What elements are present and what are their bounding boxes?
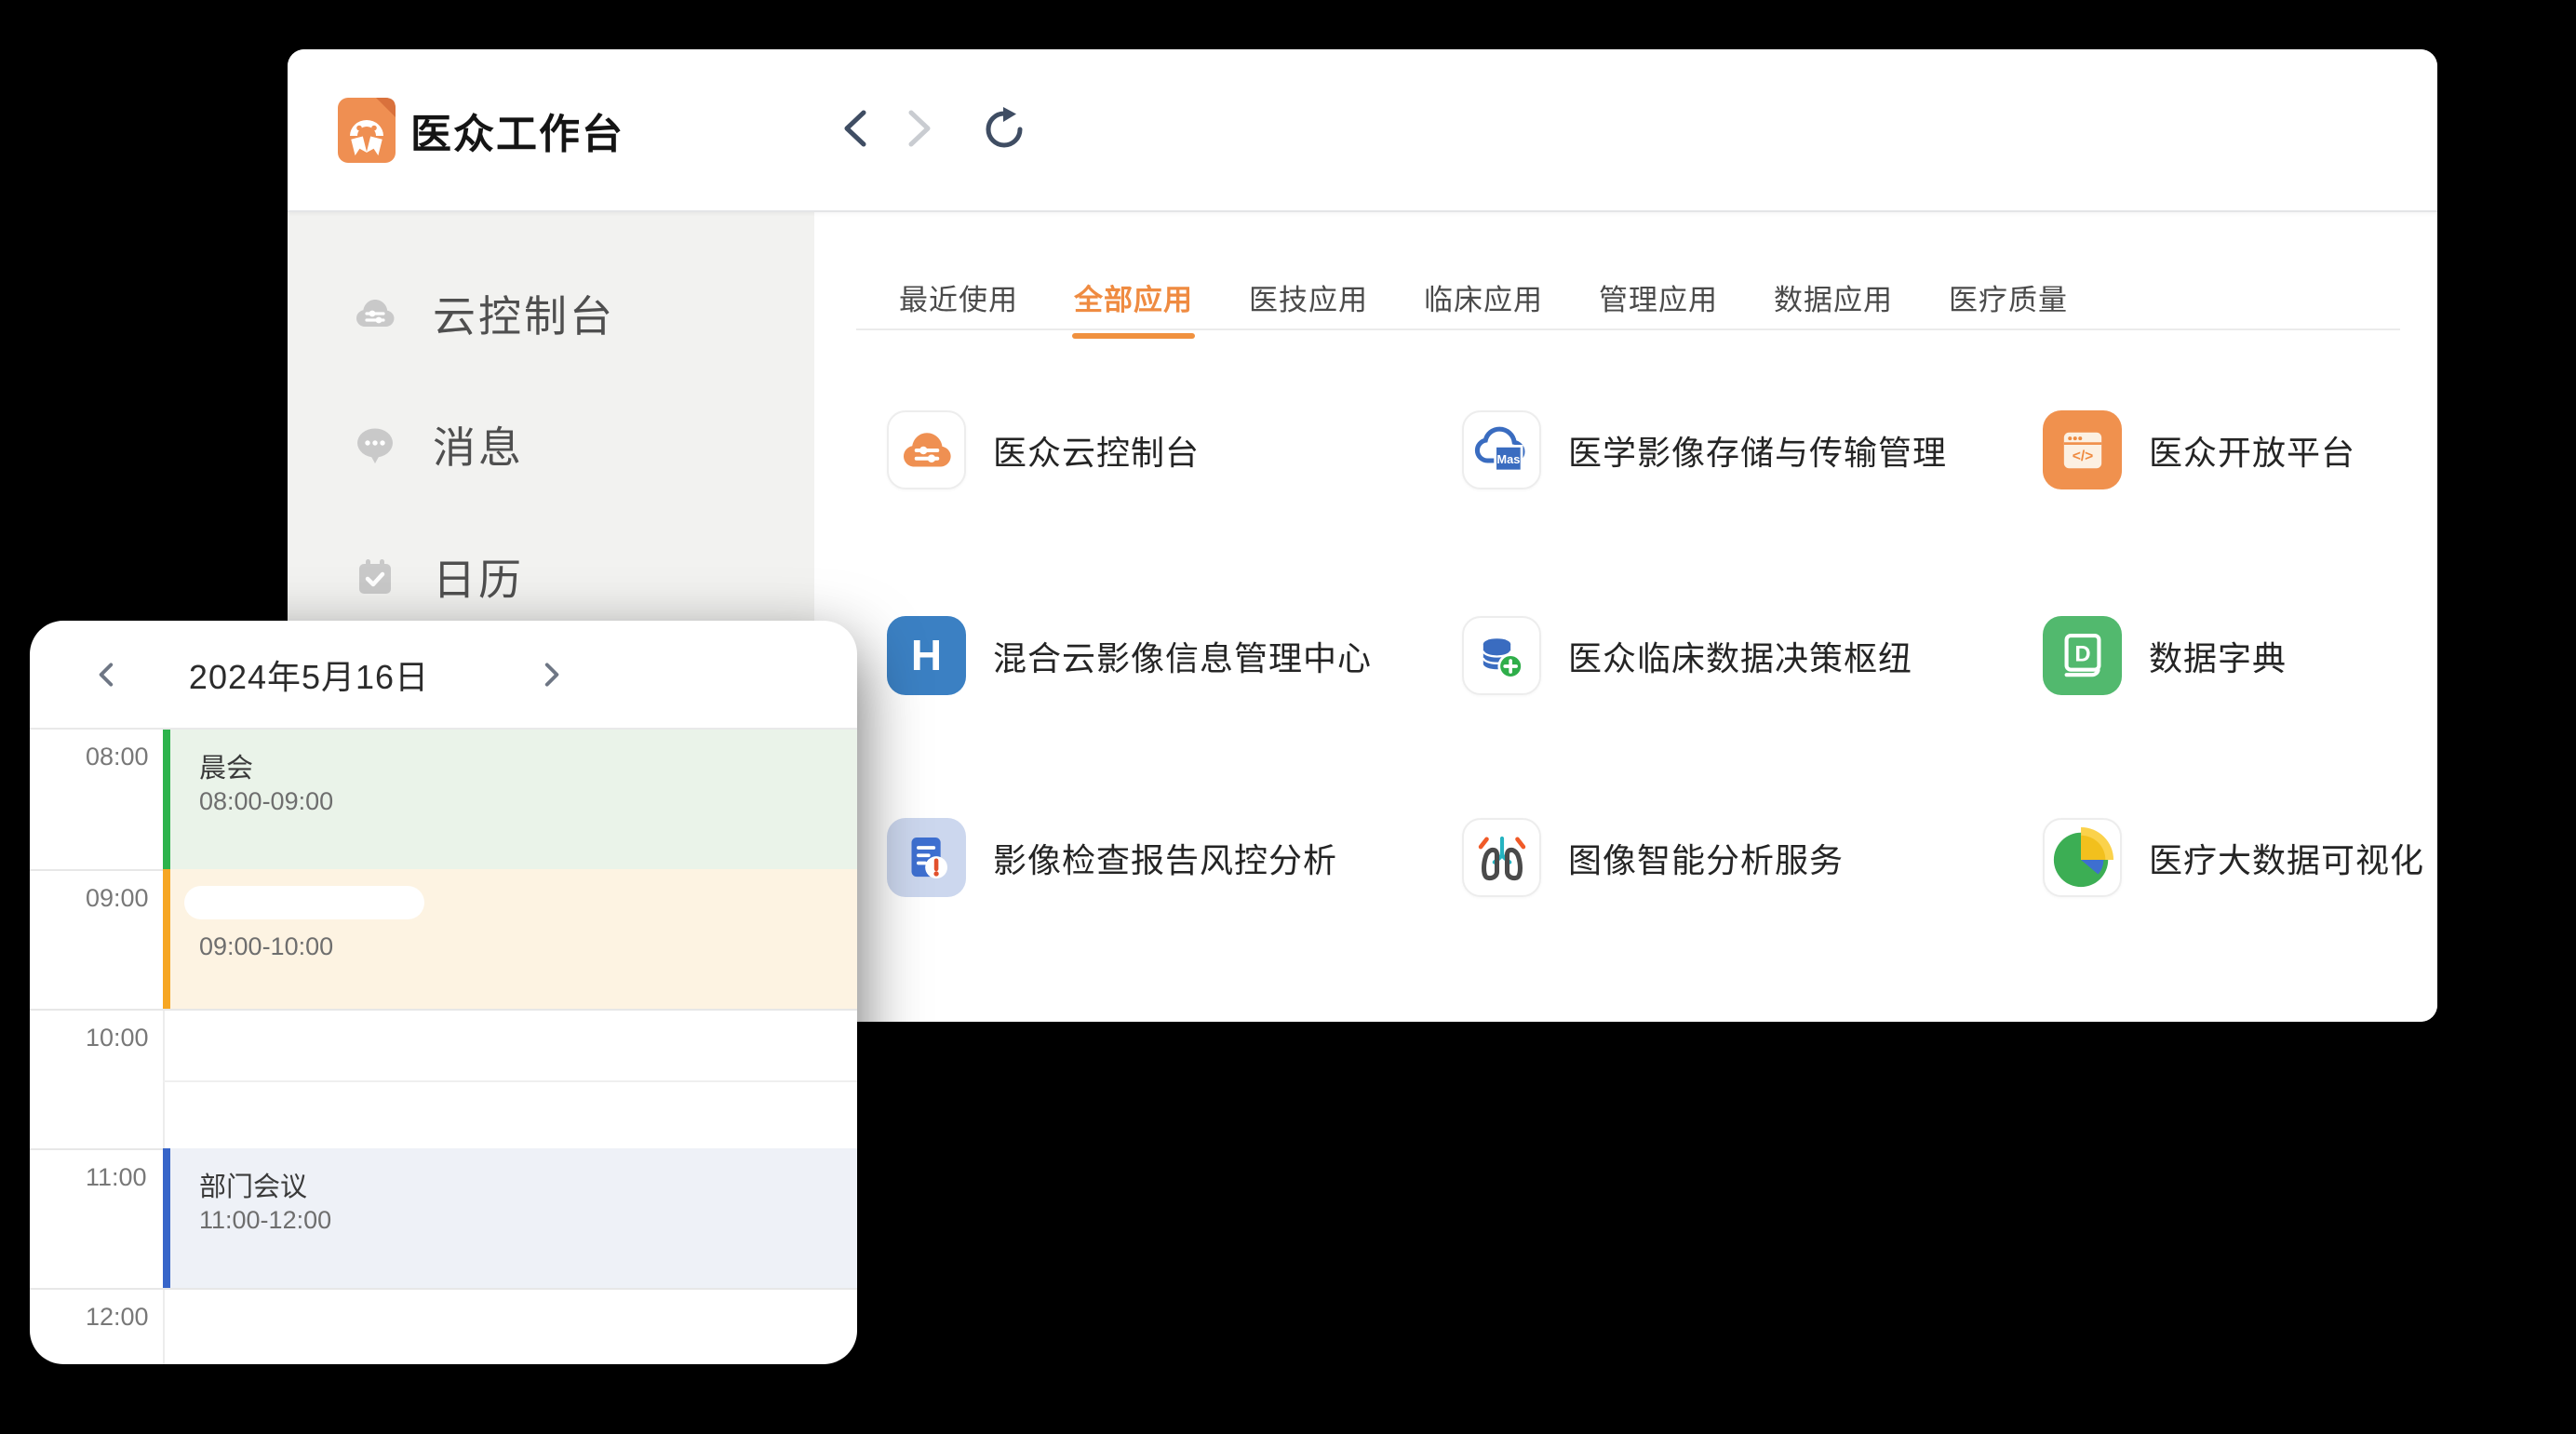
cloud-console-icon (353, 291, 397, 336)
app-item-open-platform[interactable]: </> 医众开放平台 (2043, 410, 2355, 489)
event-accent-bar (163, 730, 170, 869)
chevron-left-icon[interactable] (91, 659, 123, 690)
app-label: 图像智能分析服务 (1568, 834, 1844, 882)
app-label: 影像检查报告风控分析 (993, 834, 1337, 882)
refresh-icon[interactable] (982, 106, 1026, 151)
cloud-sliders-icon (887, 410, 966, 489)
svg-text:D: D (2074, 641, 2090, 666)
event-title-placeholder (184, 886, 424, 919)
tab-clinical-apps[interactable]: 临床应用 (1424, 276, 1543, 318)
dictionary-book-icon: D (2043, 616, 2122, 695)
half-hour-line (163, 1080, 857, 1082)
event-accent-bar (163, 1148, 170, 1288)
back-icon[interactable] (833, 106, 878, 151)
app-item-cloud-console[interactable]: 医众云控制台 (887, 410, 1200, 489)
app-item-clinical-data-hub[interactable]: 医众临床数据决策枢纽 (1462, 616, 1912, 695)
title-bar: 医众工作台 (288, 49, 2437, 212)
svg-text:Mas: Mas (1496, 451, 1520, 465)
app-label: 医众云控制台 (993, 426, 1200, 475)
calendar-header: 2024年5月16日 (30, 621, 857, 730)
report-alert-icon (887, 818, 966, 897)
app-item-report-risk-analysis[interactable]: 影像检查报告风控分析 (887, 818, 1337, 897)
app-item-hybrid-cloud-imaging[interactable]: H 混合云影像信息管理中心 (887, 616, 1372, 695)
time-label: 09:00 (86, 884, 149, 913)
tab-medtech-apps[interactable]: 医技应用 (1249, 276, 1368, 318)
calendar-grid: 08:00 09:00 10:00 11:00 12:00 晨会 08:00-0… (30, 730, 857, 1364)
app-label: 数据字典 (2149, 632, 2287, 680)
screen: 医众工作台 云控制台 (0, 0, 2576, 1434)
app-item-big-data-visualization[interactable]: 医疗大数据可视化 (2043, 818, 2424, 897)
sidebar-item-cloud-console[interactable]: 云控制台 (353, 291, 615, 336)
calendar-panel: 2024年5月16日 08:00 09:00 10:00 11:00 12:00 (30, 621, 857, 1364)
tab-recent[interactable]: 最近使用 (899, 276, 1018, 318)
calendar-event-department-meeting[interactable]: 部门会议 11:00-12:00 (163, 1148, 857, 1288)
hour-row-12: 12:00 (30, 1288, 857, 1364)
sidebar-item-messages[interactable]: 消息 (353, 422, 524, 467)
hour-row-10: 10:00 (30, 1009, 857, 1148)
tab-quality[interactable]: 医疗质量 (1949, 276, 2068, 318)
code-window-icon: </> (2043, 410, 2122, 489)
cloud-mas-icon: Mas (1462, 410, 1541, 489)
lungs-icon (1462, 818, 1541, 897)
sidebar-item-label: 云控制台 (433, 283, 615, 344)
sidebar-item-label: 日历 (433, 546, 524, 608)
calendar-icon (353, 555, 397, 599)
calendar-event-redacted[interactable]: 09:00-10:00 (163, 869, 857, 1009)
event-time: 08:00-09:00 (199, 787, 333, 816)
time-label: 11:00 (86, 1163, 147, 1192)
tab-management-apps[interactable]: 管理应用 (1599, 276, 1718, 318)
event-accent-bar (163, 869, 170, 1009)
app-title: 医众工作台 (410, 49, 624, 210)
tab-data-apps[interactable]: 数据应用 (1774, 276, 1893, 318)
sidebar-item-label: 消息 (433, 414, 524, 476)
forward-icon[interactable] (897, 106, 942, 151)
time-label: 10:00 (86, 1024, 149, 1052)
time-label: 08:00 (86, 743, 149, 771)
content-area: 最近使用 全部应用 医技应用 临床应用 管理应用 数据应用 医疗质量 (814, 210, 2437, 1022)
messages-icon (353, 422, 397, 467)
app-item-data-dictionary[interactable]: D 数据字典 (2043, 616, 2287, 695)
chevron-right-icon[interactable] (535, 659, 567, 690)
app-logo-icon (337, 97, 396, 164)
calendar-event-morning-meeting[interactable]: 晨会 08:00-09:00 (163, 730, 857, 869)
event-title: 部门会议 (199, 1165, 307, 1204)
letter-h-icon: H (887, 616, 966, 695)
database-plus-icon (1462, 616, 1541, 695)
event-time: 11:00-12:00 (199, 1206, 331, 1235)
calendar-date-title: 2024年5月16日 (141, 621, 476, 728)
time-label: 12:00 (86, 1303, 149, 1332)
event-title: 晨会 (199, 746, 253, 785)
pie-chart-icon (2043, 818, 2122, 897)
app-label: 医众临床数据决策枢纽 (1568, 632, 1912, 680)
tab-all-apps[interactable]: 全部应用 (1074, 276, 1193, 318)
svg-text:</>: </> (2072, 449, 2093, 464)
app-label: 医疗大数据可视化 (2149, 834, 2424, 882)
app-label: 混合云影像信息管理中心 (993, 632, 1372, 680)
event-time: 09:00-10:00 (199, 932, 333, 961)
app-label: 医众开放平台 (2149, 426, 2355, 475)
sidebar-item-calendar[interactable]: 日历 (353, 555, 524, 599)
svg-text:H: H (911, 631, 942, 679)
app-item-image-ai-analysis[interactable]: 图像智能分析服务 (1462, 818, 1844, 897)
app-item-image-storage[interactable]: Mas 医学影像存储与传输管理 (1462, 410, 1947, 489)
tab-bar: 最近使用 全部应用 医技应用 临床应用 管理应用 数据应用 医疗质量 (856, 266, 2400, 330)
app-label: 医学影像存储与传输管理 (1568, 426, 1947, 475)
